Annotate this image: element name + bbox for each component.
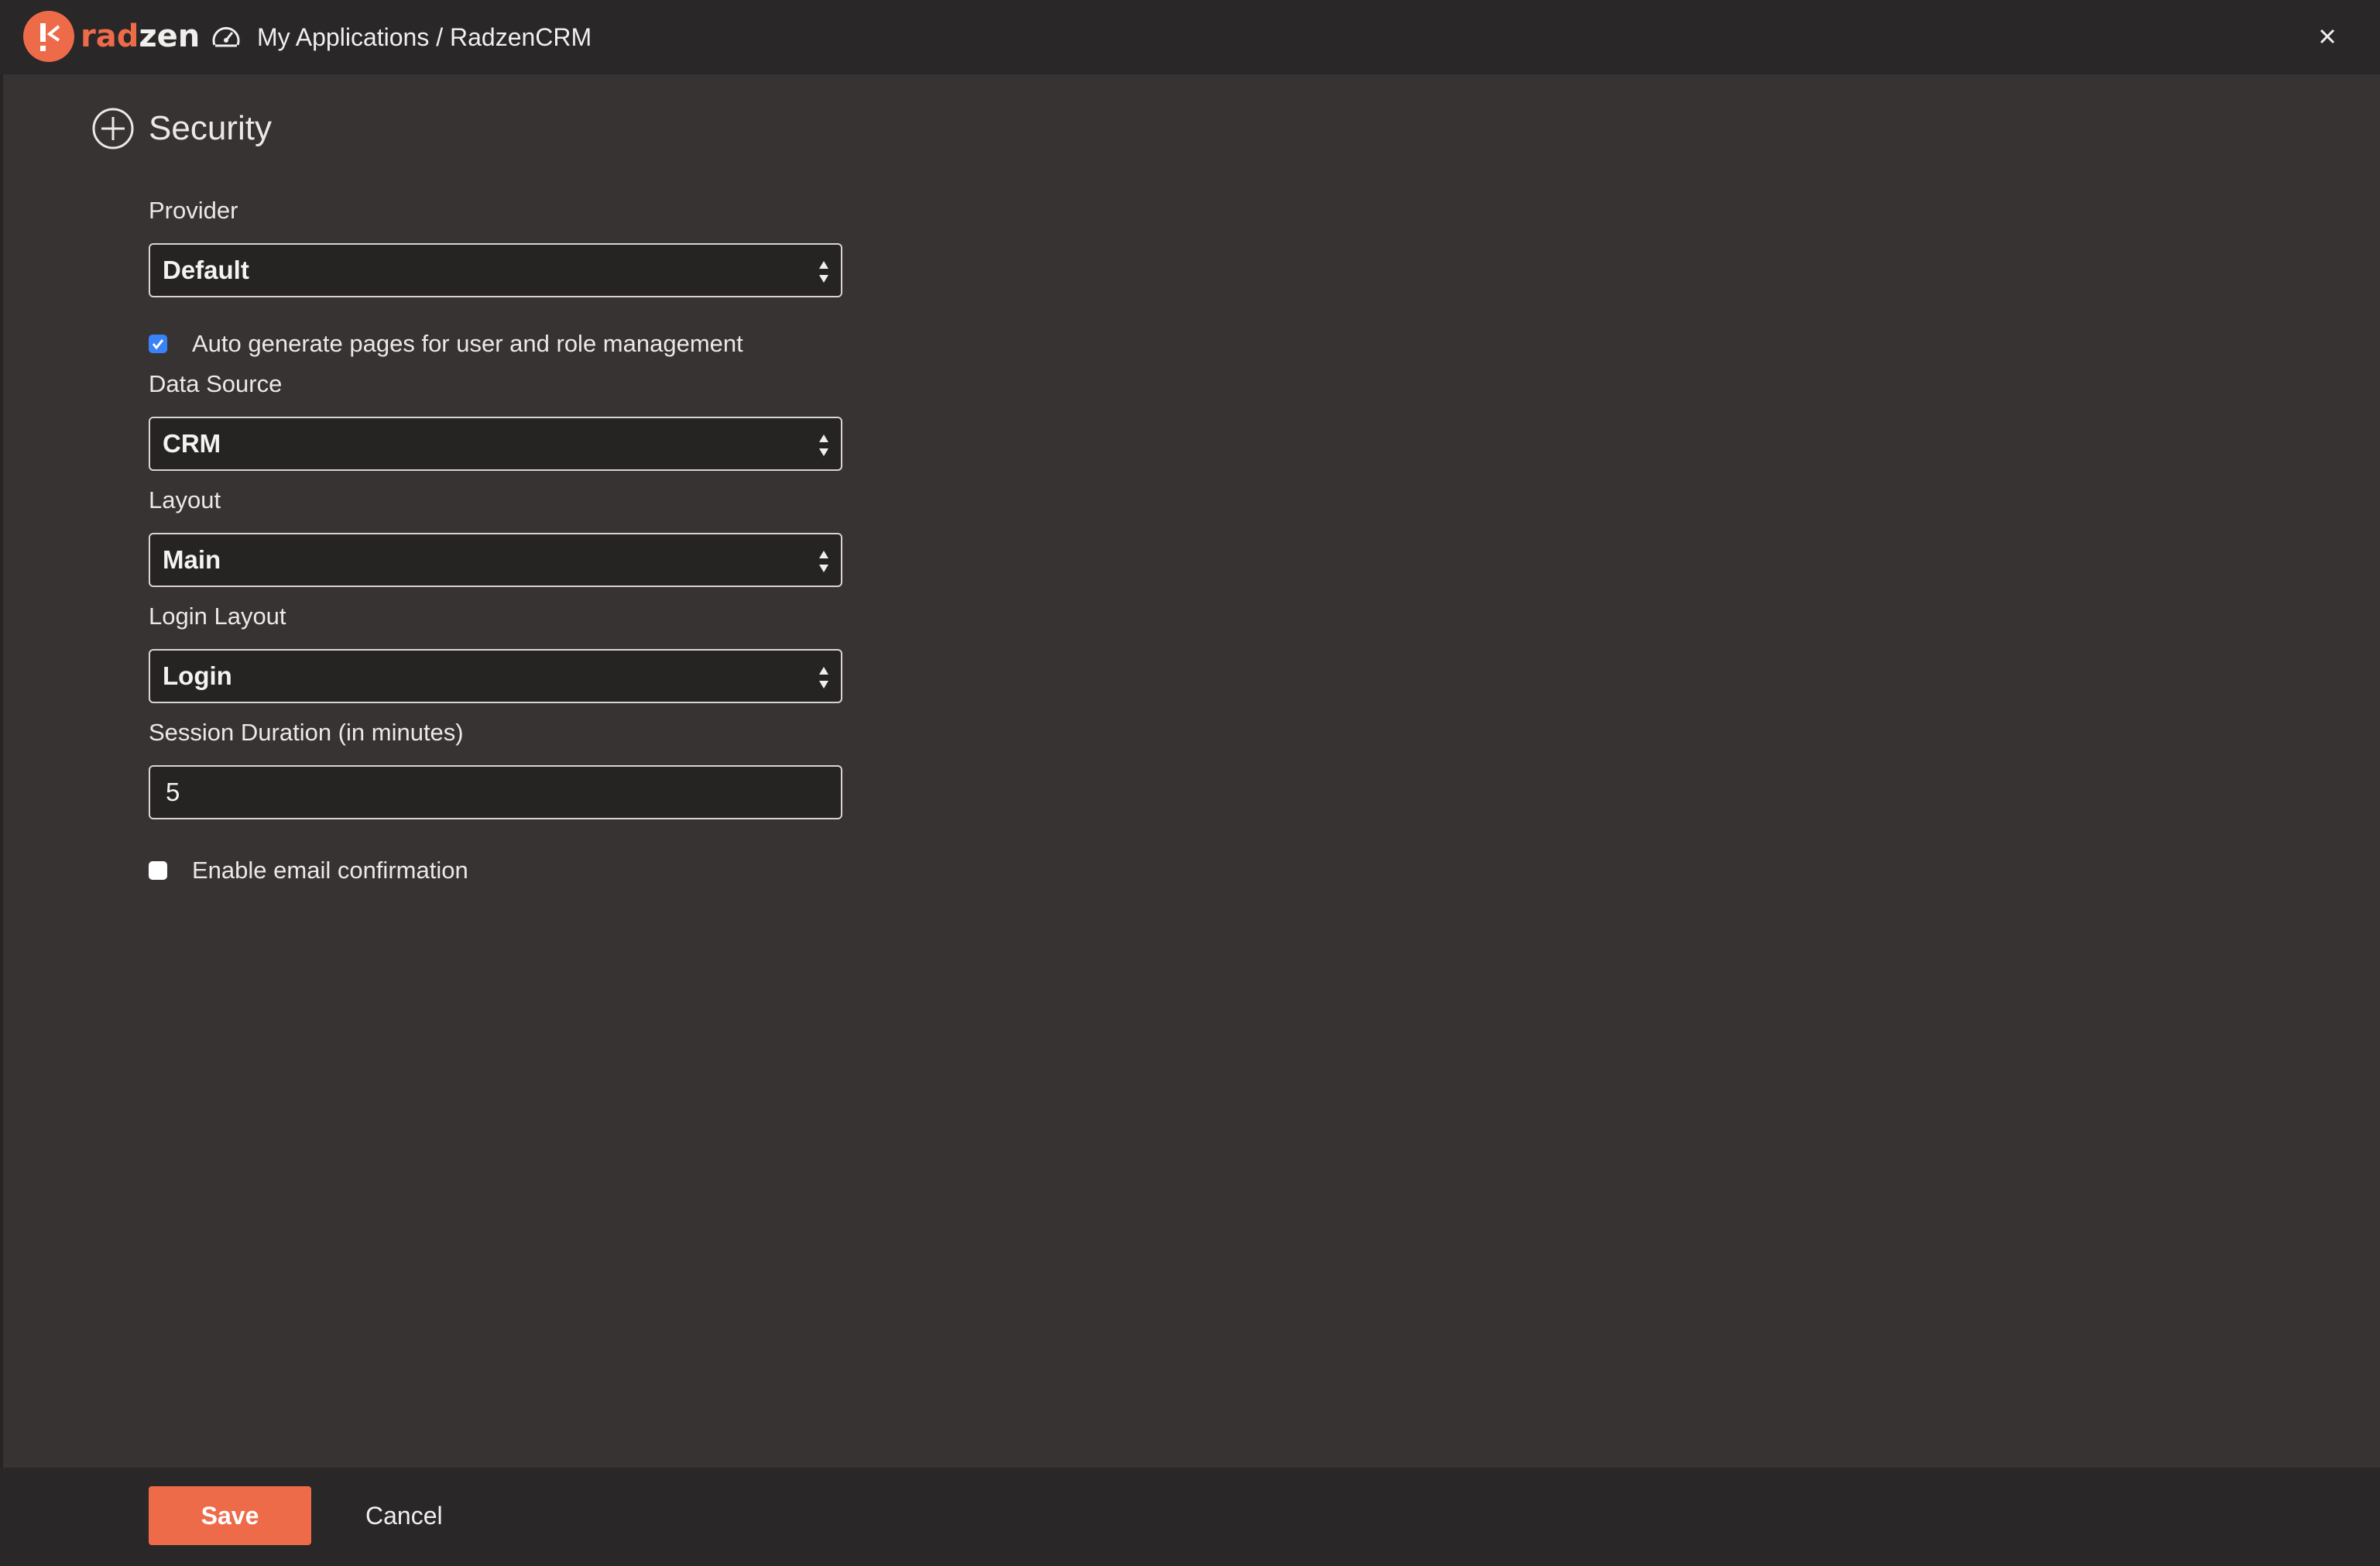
left-edge [0,74,3,1468]
plus-circle-icon[interactable] [91,107,135,150]
auto-generate-row[interactable]: Auto generate pages for user and role ma… [149,330,743,358]
layout-select[interactable]: Main [149,533,842,587]
email-confirmation-row[interactable]: Enable email confirmation [149,857,468,884]
logo-zen: zen [139,19,201,54]
radzen-logo[interactable]: radzen [23,11,200,62]
login-layout-select[interactable]: Login [149,649,842,703]
section-header: Security [91,107,272,150]
auto-generate-label: Auto generate pages for user and role ma… [192,330,743,357]
checkmark-icon [152,339,164,350]
select-arrows-icon [819,667,828,689]
provider-label: Provider [149,197,238,224]
layout-select-value: Main [163,545,221,574]
data-source-label: Data Source [149,370,283,397]
auto-generate-checkbox[interactable] [149,335,167,353]
footer-bar: Save Cancel [0,1468,2380,1566]
breadcrumb[interactable]: My Applications / RadzenCRM [257,23,592,52]
save-button[interactable]: Save [149,1486,311,1545]
select-arrows-icon [819,551,828,572]
radzen-logo-icon [23,11,74,62]
top-bar: radzen My Applications / RadzenCRM [0,0,2380,74]
provider-select[interactable]: Default [149,243,842,297]
page-title: Security [149,109,272,147]
dashboard-gauge-icon[interactable] [211,22,242,53]
session-duration-label: Session Duration (in minutes) [149,719,464,746]
layout-label: Layout [149,486,221,513]
provider-select-value: Default [163,256,249,284]
logo-wordmark: radzen [81,19,200,54]
select-arrows-icon [819,261,828,283]
cancel-button[interactable]: Cancel [347,1486,461,1545]
session-duration-input[interactable] [149,765,842,819]
select-arrows-icon [819,434,828,456]
close-icon[interactable] [2317,26,2337,46]
data-source-select-value: CRM [163,429,221,458]
logo-rad: rad [81,19,139,54]
login-layout-label: Login Layout [149,603,286,630]
email-confirmation-checkbox[interactable] [149,861,167,880]
login-layout-select-value: Login [163,661,232,690]
data-source-select[interactable]: CRM [149,417,842,471]
email-confirmation-label: Enable email confirmation [192,857,468,884]
